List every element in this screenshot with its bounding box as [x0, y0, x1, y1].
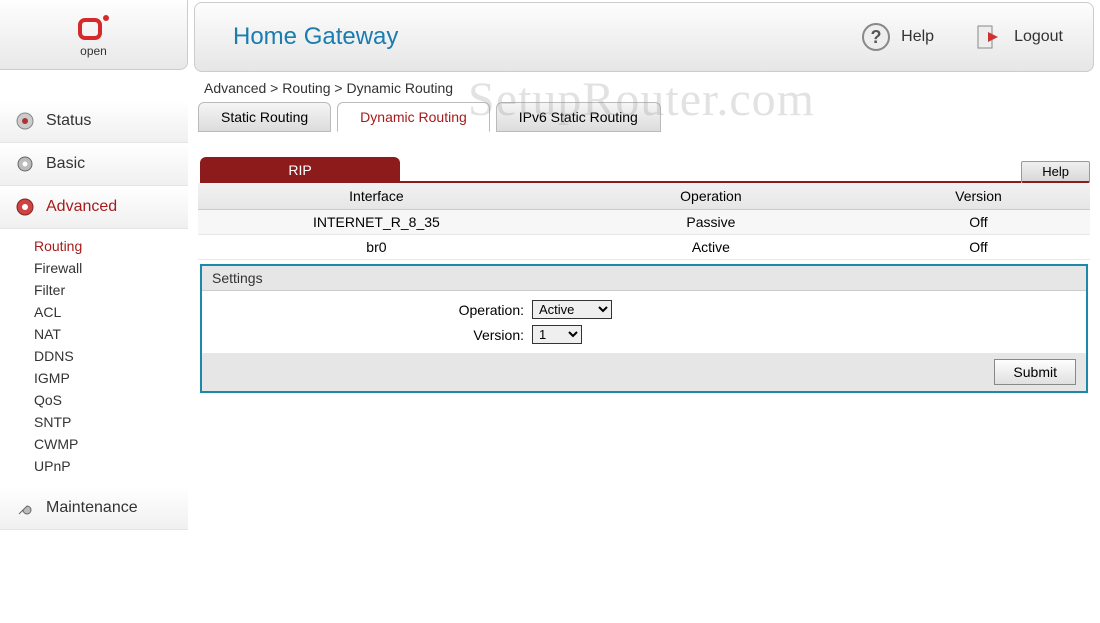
svg-text:?: ? — [871, 27, 882, 47]
operation-select[interactable]: Active — [532, 300, 612, 319]
cell-interface: br0 — [198, 235, 555, 260]
table-header-row: Interface Operation Version — [198, 183, 1090, 210]
sub-tab-row: RIP Help — [198, 157, 1090, 183]
col-interface: Interface — [198, 183, 555, 210]
cell-interface: INTERNET_R_8_35 — [198, 210, 555, 235]
content-area: RIP Help Interface Operation Version INT… — [198, 132, 1090, 393]
rip-table: Interface Operation Version INTERNET_R_8… — [198, 183, 1090, 260]
logout-button[interactable]: Logout — [974, 22, 1063, 52]
help-button[interactable]: ? Help — [861, 22, 934, 52]
settings-title: Settings — [202, 266, 1086, 291]
gear-icon — [14, 153, 36, 175]
breadcrumb: Advanced > Routing > Dynamic Routing — [194, 72, 1100, 102]
logo-icon — [74, 12, 114, 42]
settings-row-version: Version: 1 — [202, 322, 1086, 347]
sidebar-item-advanced[interactable]: Advanced — [0, 186, 188, 229]
tab-dynamic-routing[interactable]: Dynamic Routing — [337, 102, 490, 132]
cell-operation: Passive — [555, 210, 867, 235]
sub-nav-igmp[interactable]: IGMP — [34, 367, 188, 389]
sidebar-item-label: Basic — [46, 155, 85, 173]
sub-nav-upnp[interactable]: UPnP — [34, 455, 188, 477]
sub-nav: Routing Firewall Filter ACL NAT DDNS IGM… — [0, 229, 188, 487]
sub-nav-acl[interactable]: ACL — [34, 301, 188, 323]
cell-version: Off — [867, 235, 1090, 260]
sub-nav-cwmp[interactable]: CWMP — [34, 433, 188, 455]
status-icon — [14, 110, 36, 132]
sidebar-item-label: Advanced — [46, 198, 117, 216]
sidebar-item-basic[interactable]: Basic — [0, 143, 188, 186]
advanced-gear-icon — [14, 196, 36, 218]
sub-nav-nat[interactable]: NAT — [34, 323, 188, 345]
sub-nav-ddns[interactable]: DDNS — [34, 345, 188, 367]
sidebar-item-status[interactable]: Status — [0, 100, 188, 143]
logout-label: Logout — [1014, 28, 1063, 46]
cell-version: Off — [867, 210, 1090, 235]
submit-button[interactable]: Submit — [994, 359, 1076, 385]
breadcrumb-part: Advanced — [204, 80, 266, 96]
help-icon: ? — [861, 22, 891, 52]
table-row[interactable]: INTERNET_R_8_35 Passive Off — [198, 210, 1090, 235]
tab-ipv6-static-routing[interactable]: IPv6 Static Routing — [496, 102, 661, 132]
sidebar-item-label: Maintenance — [46, 499, 138, 517]
logo-text: open — [80, 44, 107, 58]
tab-row: Static Routing Dynamic Routing IPv6 Stat… — [198, 102, 1090, 132]
sub-nav-sntp[interactable]: SNTP — [34, 411, 188, 433]
sub-nav-qos[interactable]: QoS — [34, 389, 188, 411]
cell-operation: Active — [555, 235, 867, 260]
settings-footer: Submit — [202, 353, 1086, 391]
wrench-icon — [14, 497, 36, 519]
version-select[interactable]: 1 — [532, 325, 582, 344]
app-container: open Status Basic Advanced — [0, 0, 1100, 623]
settings-panel: Settings Operation: Active Version: — [200, 264, 1088, 393]
settings-body: Operation: Active Version: 1 — [202, 291, 1086, 353]
help-label: Help — [901, 28, 934, 46]
panel-help-button[interactable]: Help — [1021, 161, 1090, 183]
nav-section: Status Basic Advanced Routing Firewall F… — [0, 100, 188, 530]
col-operation: Operation — [555, 183, 867, 210]
col-version: Version — [867, 183, 1090, 210]
sidebar-item-label: Status — [46, 112, 91, 130]
operation-label: Operation: — [202, 302, 532, 318]
sub-tab-rip[interactable]: RIP — [200, 157, 400, 183]
sidebar-item-maintenance[interactable]: Maintenance — [0, 487, 188, 530]
sub-nav-routing[interactable]: Routing — [34, 235, 188, 257]
tab-static-routing[interactable]: Static Routing — [198, 102, 331, 132]
page-title: Home Gateway — [233, 23, 821, 51]
sidebar: open Status Basic Advanced — [0, 0, 188, 623]
version-label: Version: — [202, 327, 532, 343]
breadcrumb-part: Routing — [282, 80, 330, 96]
table-row[interactable]: br0 Active Off — [198, 235, 1090, 260]
breadcrumb-part: Dynamic Routing — [346, 80, 453, 96]
sub-nav-firewall[interactable]: Firewall — [34, 257, 188, 279]
header-bar: Home Gateway ? Help Logout — [194, 2, 1094, 72]
sub-nav-filter[interactable]: Filter — [34, 279, 188, 301]
settings-row-operation: Operation: Active — [202, 297, 1086, 322]
logout-icon — [974, 22, 1004, 52]
logo-area: open — [0, 0, 188, 70]
main-area: Home Gateway ? Help Logout Advanced > Ro… — [188, 0, 1100, 623]
